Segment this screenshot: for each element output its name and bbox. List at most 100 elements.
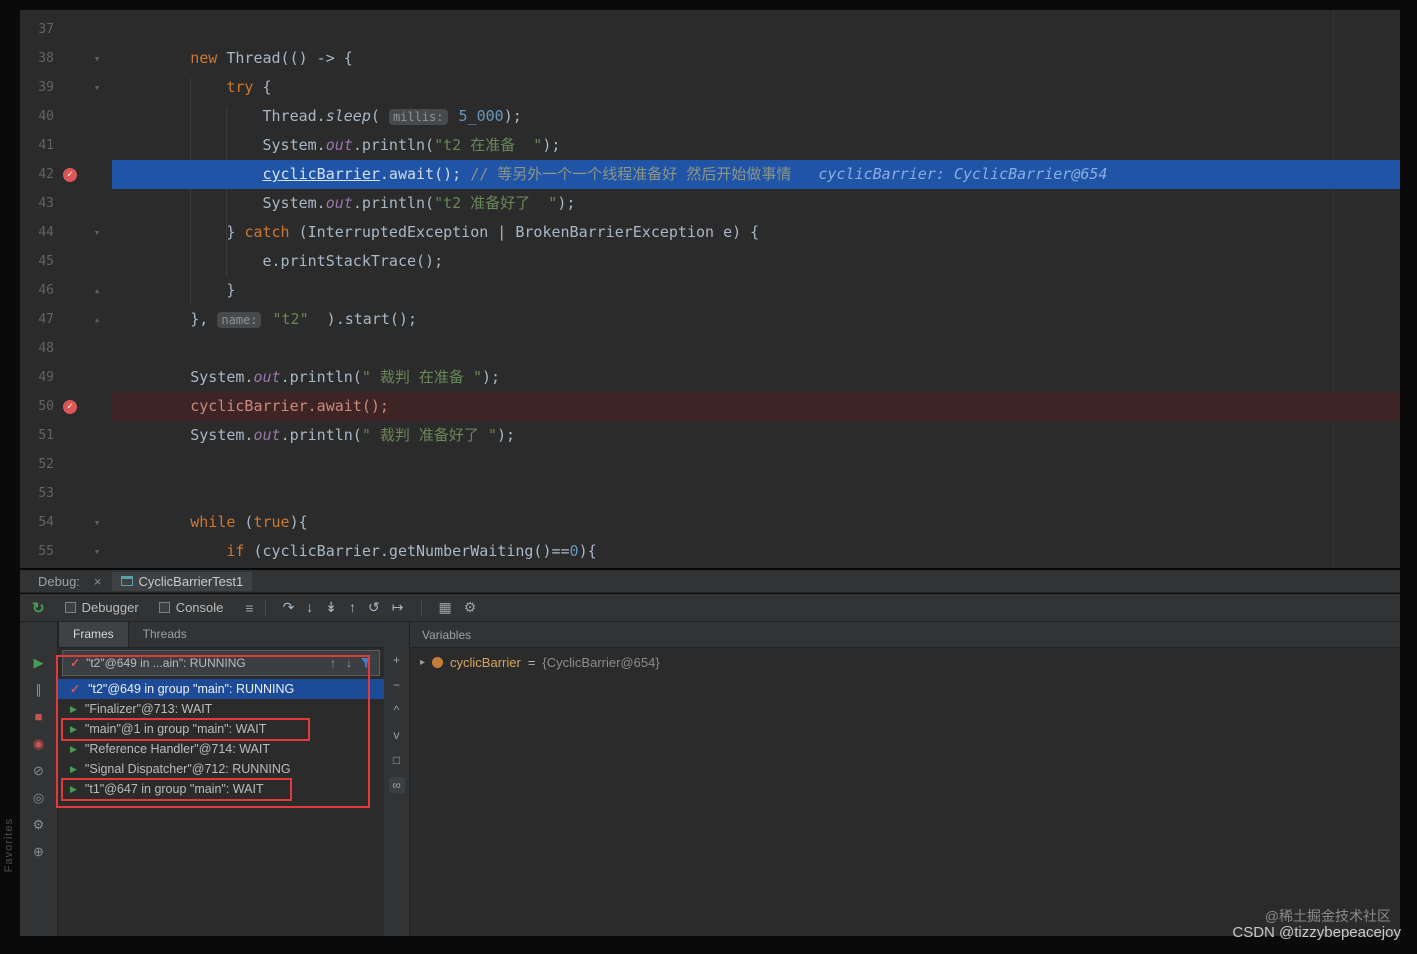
run-to-cursor-icon[interactable]: ↦ [392,599,404,615]
session-tab[interactable]: CyclicBarrierTest1 [111,571,253,591]
favorites-sidebar-label[interactable]: Favorites [3,818,15,872]
thread-row[interactable]: ▶ "Finalizer"@713: WAIT [58,699,384,719]
code-text[interactable] [112,334,1400,363]
force-step-into-icon[interactable]: ↡ [325,599,337,615]
infinity-watches-icon[interactable]: ∞ [388,777,405,793]
code-text[interactable]: System.out.println("t2 准备好了 "); [112,189,1400,218]
code-text[interactable]: cyclicBarrier.await(); [112,392,1400,421]
code-text[interactable]: cyclicBarrier.await(); // 等另外一个一个线程准备好 然… [112,160,1400,189]
fold-marker-icon[interactable]: ▴ [86,305,108,334]
line-number[interactable]: 54 [20,508,54,537]
line-number[interactable]: 49 [20,363,54,392]
thread-row[interactable]: ▶ "main"@1 in group "main": WAIT [58,719,384,739]
line-number[interactable]: 41 [20,131,54,160]
chevron-up-icon[interactable]: ^ [389,702,405,718]
chevron-right-icon[interactable]: ▸ [420,657,425,668]
line-number[interactable]: 55 [20,537,54,566]
code-text[interactable]: }, name: "t2" ).start(); [112,305,1400,334]
step-out-icon[interactable]: ↑ [349,599,356,615]
fold-marker-icon[interactable]: ▾ [86,218,108,247]
settings-icon[interactable]: ⚙ [30,816,48,834]
evaluate-expression-icon[interactable]: ▦ [439,599,452,615]
thread-row[interactable]: ▶ "t1"@647 in group "main": WAIT [58,779,384,799]
line-number[interactable]: 40 [20,102,54,131]
thread-dump-icon[interactable]: ◎ [30,789,48,807]
gutter-breakpoint-area[interactable] [54,131,86,160]
line-number[interactable]: 53 [20,479,54,508]
code-text[interactable] [112,15,1400,44]
frame-up-icon[interactable]: ↑ [330,656,336,670]
line-number[interactable]: 42 [20,160,54,189]
code-text[interactable]: System.out.println(" 裁判 准备好了 "); [112,421,1400,450]
code-text[interactable]: e.printStackTrace(); [112,247,1400,276]
code-text[interactable]: while (true){ [112,508,1400,537]
code-text[interactable]: System.out.println("t2 在准备 "); [112,131,1400,160]
thread-row[interactable]: ✓ "t2"@649 in group "main": RUNNING [58,679,384,699]
fold-marker-icon[interactable]: ▴ [86,276,108,305]
gutter-breakpoint-area[interactable] [54,44,86,73]
step-over-icon[interactable]: ↷ [283,599,295,615]
pin-icon[interactable]: ⊕ [30,843,48,861]
gutter-breakpoint-area[interactable]: ✓ [54,392,86,421]
layout-menu-icon[interactable]: ≡ [245,600,253,616]
code-text[interactable] [112,450,1400,479]
line-number[interactable]: 48 [20,334,54,363]
line-number[interactable]: 52 [20,450,54,479]
gutter-breakpoint-area[interactable] [54,479,86,508]
gutter-breakpoint-area[interactable] [54,421,86,450]
line-number[interactable]: 43 [20,189,54,218]
code-text[interactable] [112,479,1400,508]
gutter-breakpoint-area[interactable] [54,189,86,218]
thread-row[interactable]: ▶ "Reference Handler"@714: WAIT [58,739,384,759]
code-text[interactable]: Thread.sleep( millis: 5_000); [112,102,1400,131]
drop-frame-icon[interactable]: ↺ [368,599,380,615]
gutter-breakpoint-area[interactable] [54,305,86,334]
line-number[interactable]: 37 [20,15,54,44]
fold-marker-icon[interactable]: ▾ [86,508,108,537]
chevron-down-icon[interactable]: v [389,727,405,743]
step-into-icon[interactable]: ↓ [306,599,313,615]
gutter-breakpoint-area[interactable] [54,218,86,247]
line-number[interactable]: 39 [20,73,54,102]
filter-funnel-icon[interactable] [360,657,372,669]
gutter-breakpoint-area[interactable] [54,15,86,44]
tab-threads[interactable]: Threads [129,622,201,647]
thread-dropdown[interactable]: ✓ "t2"@649 in ...ain": RUNNING ↑ ↓ [62,650,380,676]
tab-console[interactable]: Console [158,600,223,615]
line-number[interactable]: 38 [20,44,54,73]
mute-breakpoints-icon[interactable]: ⊘ [30,762,48,780]
stop-icon[interactable]: ■ [30,708,48,726]
gutter-breakpoint-area[interactable]: ✓ [54,160,86,189]
code-editor[interactable]: 37 38 ▾ new Thread(() -> {39 ▾ try {40 Thre… [20,10,1400,568]
thread-row[interactable]: ▶ "Signal Dispatcher"@712: RUNNING [58,759,384,779]
gutter-breakpoint-area[interactable] [54,73,86,102]
frame-down-icon[interactable]: ↓ [346,656,352,670]
close-icon[interactable]: × [94,574,102,589]
pause-icon[interactable]: ∥ [30,681,48,699]
copy-icon[interactable]: □ [389,752,405,768]
gutter-breakpoint-area[interactable] [54,247,86,276]
tab-frames[interactable]: Frames [58,622,129,647]
code-text[interactable]: } catch (InterruptedException | BrokenBa… [112,218,1400,247]
gutter-breakpoint-area[interactable] [54,537,86,566]
tab-debugger[interactable]: Debugger [64,600,139,615]
line-number[interactable]: 45 [20,247,54,276]
remove-icon[interactable]: − [389,677,405,693]
fold-marker-icon[interactable]: ▾ [86,73,108,102]
fold-marker-icon[interactable]: ▾ [86,537,108,566]
resume-icon[interactable]: ▶ [30,654,48,672]
line-number[interactable]: 51 [20,421,54,450]
code-text[interactable]: System.out.println(" 裁判 在准备 "); [112,363,1400,392]
gutter-breakpoint-area[interactable] [54,450,86,479]
gutter-breakpoint-area[interactable] [54,102,86,131]
add-icon[interactable]: + [389,652,405,668]
variable-row[interactable]: ▸ cyclicBarrier = {CyclicBarrier@654} [410,651,1400,673]
gutter-breakpoint-area[interactable] [54,276,86,305]
breakpoint-icon[interactable]: ✓ [63,167,77,182]
code-text[interactable]: if (cyclicBarrier.getNumberWaiting()==0)… [112,537,1400,566]
line-number[interactable]: 47 [20,305,54,334]
fold-marker-icon[interactable]: ▾ [86,44,108,73]
gutter-breakpoint-area[interactable] [54,334,86,363]
view-breakpoints-icon[interactable]: ◉ [30,735,48,753]
breakpoint-icon[interactable]: ✓ [63,399,77,414]
